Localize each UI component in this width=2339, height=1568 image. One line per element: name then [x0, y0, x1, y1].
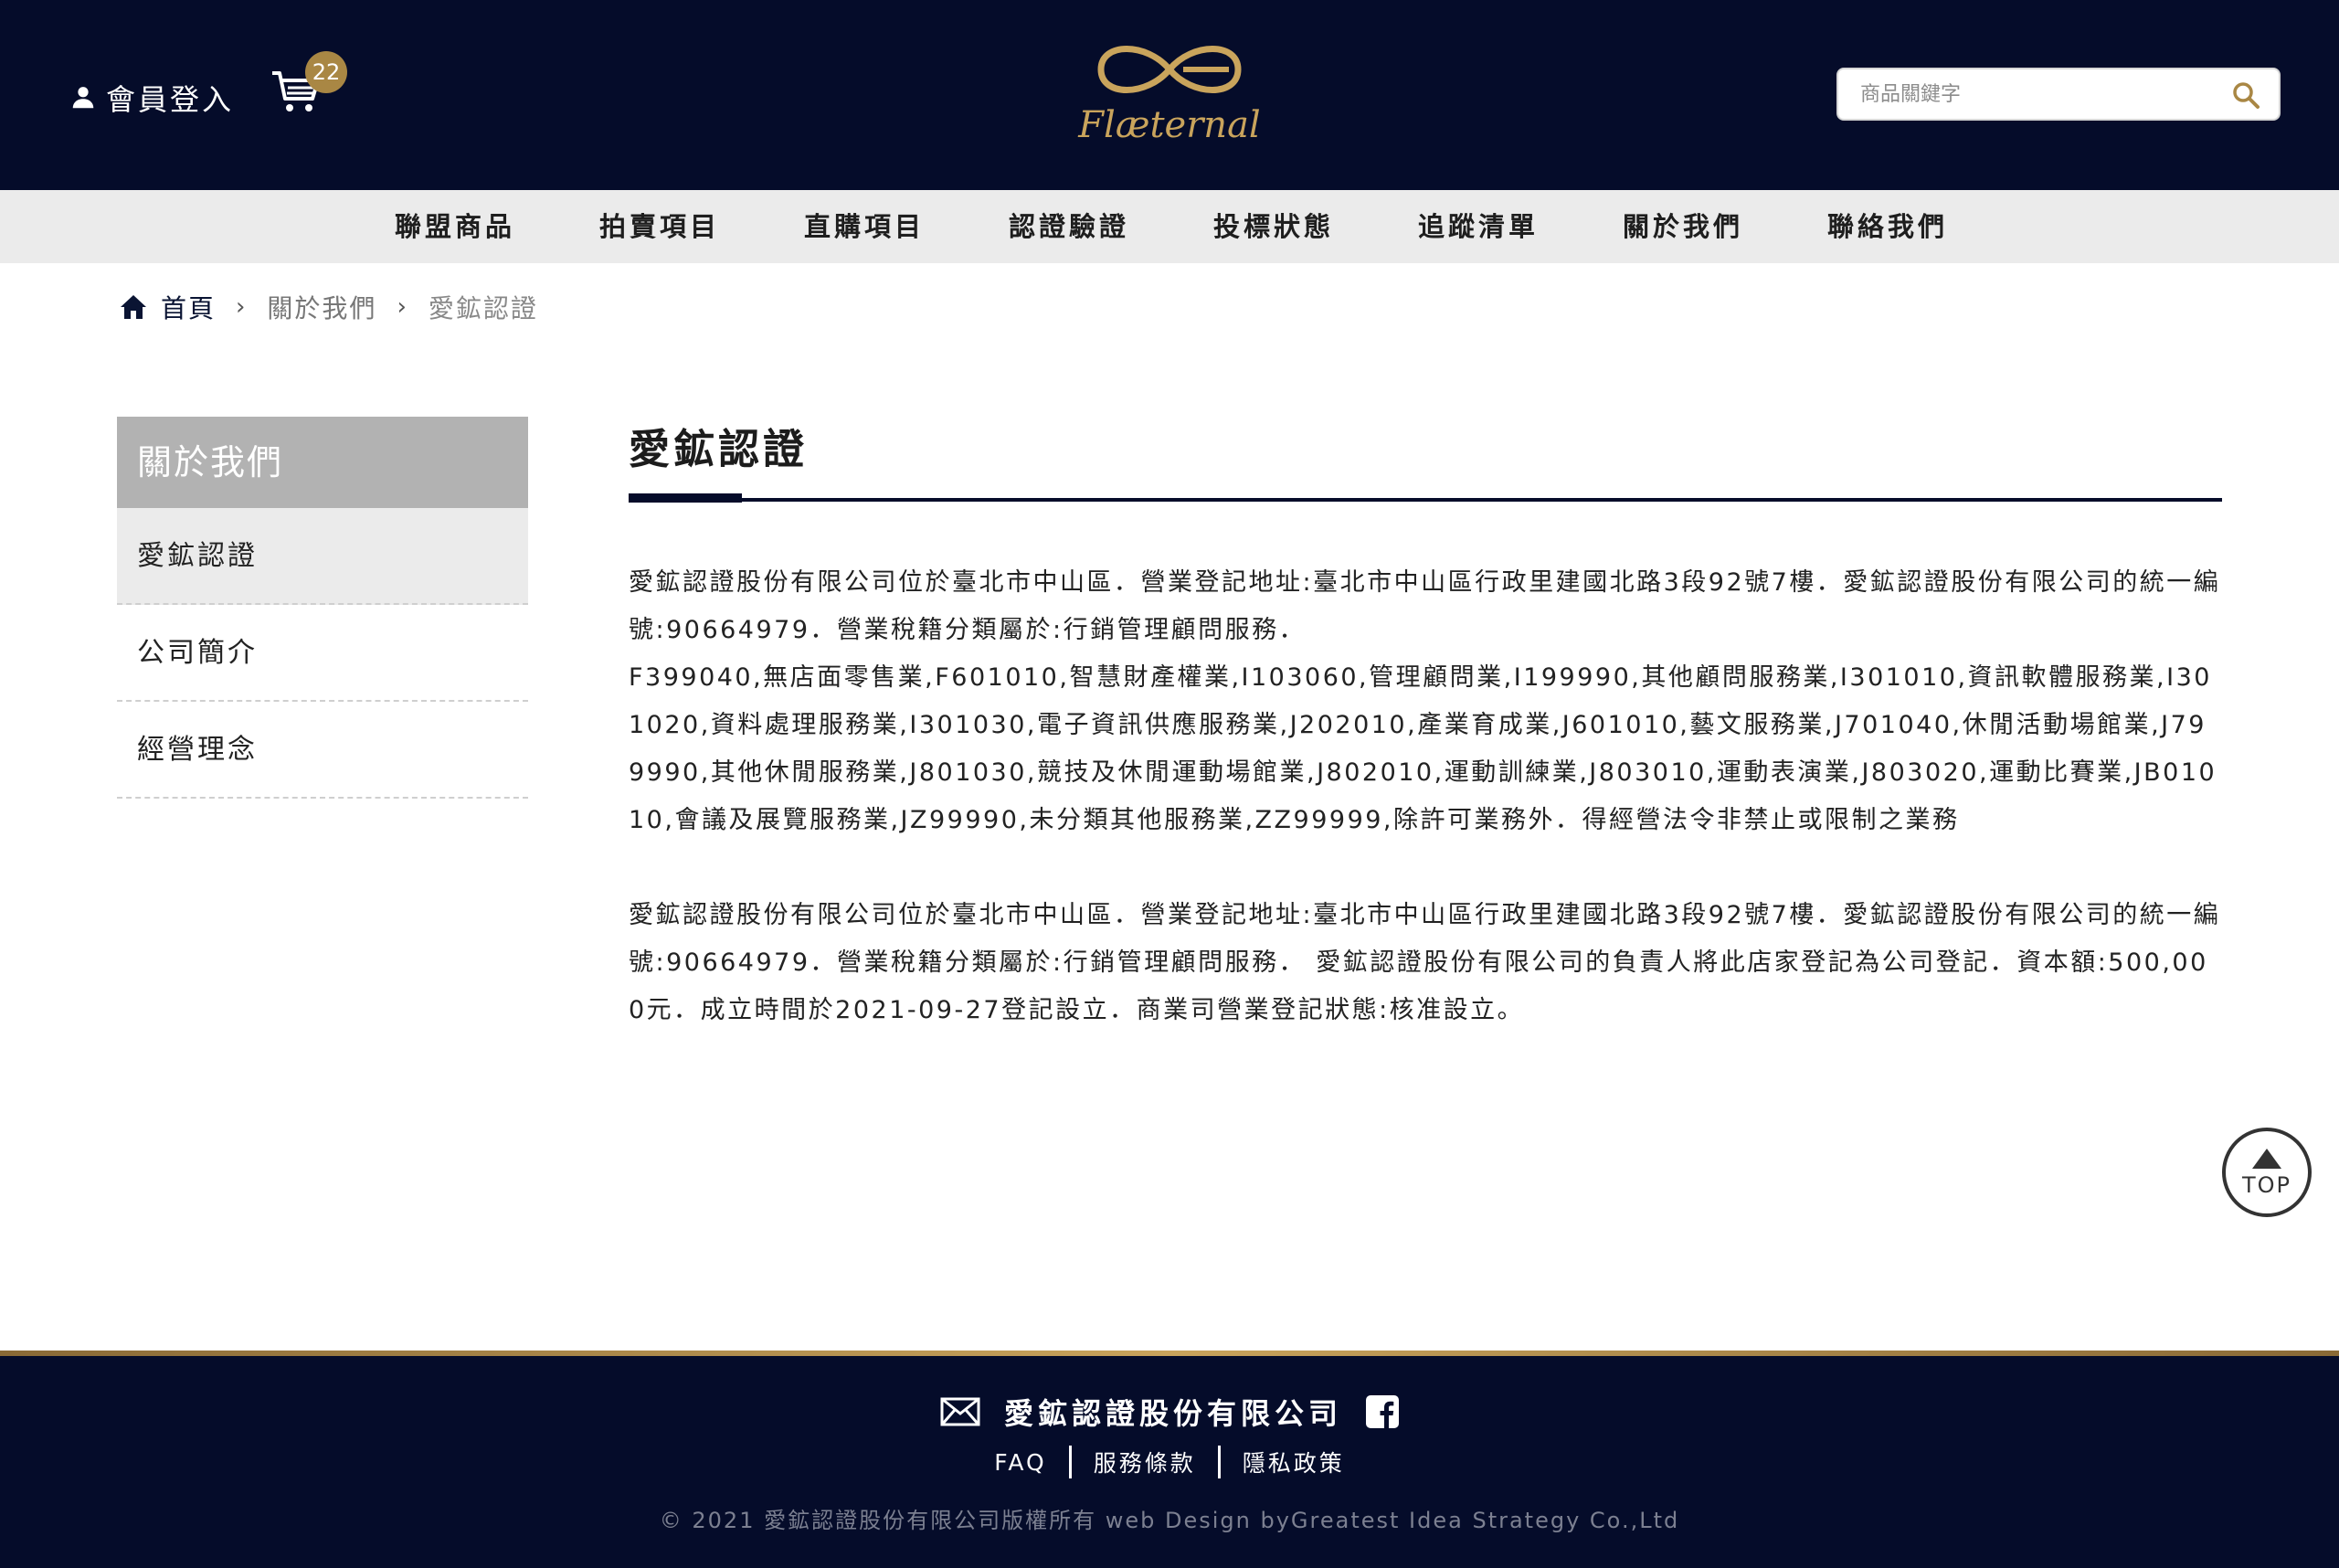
- search-box: [1836, 68, 2281, 121]
- mail-icon[interactable]: [940, 1397, 980, 1426]
- footer-copyright: © 2021 愛鉱認證股份有限公司版權所有 web Design byGreat…: [659, 1508, 1680, 1533]
- nav-item-watchlist[interactable]: 追蹤清單: [1418, 190, 1539, 263]
- nav-item-about-us[interactable]: 關於我們: [1623, 190, 1743, 263]
- main-nav: 聯盟商品 拍賣項目 直購項目 認證驗證 投標狀態 追蹤清單 關於我們 聯絡我們: [0, 190, 2339, 263]
- cart-count-badge: 22: [305, 51, 347, 93]
- facebook-icon[interactable]: [1366, 1395, 1399, 1428]
- search-input[interactable]: [1838, 82, 2204, 106]
- content-paragraph-1-intro: 愛鉱認證股份有限公司位於臺北市中山區．營業登記地址:臺北市中山區行政里建國北路3…: [629, 568, 2221, 644]
- site-footer: 愛鉱認證股份有限公司 FAQ 服務條款 隱私政策 © 2021 愛鉱認證股份有限…: [0, 1351, 2339, 1568]
- title-underline: [629, 493, 2222, 503]
- arrow-up-icon: [2252, 1149, 2281, 1169]
- site-logo[interactable]: Flæternal: [1078, 33, 1261, 152]
- footer-brand-row: 愛鉱認證股份有限公司: [0, 1391, 2339, 1433]
- footer-link-faq[interactable]: FAQ: [972, 1449, 1068, 1476]
- breadcrumb: 首頁 › 關於我們 › 愛鉱認證: [119, 289, 538, 325]
- sidebar-title: 關於我們: [117, 417, 528, 508]
- sidebar-item-certification[interactable]: 愛鉱認證: [117, 508, 528, 605]
- nav-item-bid-status[interactable]: 投標狀態: [1213, 190, 1334, 263]
- logo-wordmark: Flæternal: [1078, 104, 1261, 146]
- footer-link-privacy[interactable]: 隱私政策: [1221, 1446, 1367, 1478]
- chevron-right-icon: ›: [397, 293, 408, 321]
- nav-item-contact-us[interactable]: 聯絡我們: [1827, 190, 1948, 263]
- search-icon[interactable]: [2231, 80, 2260, 110]
- footer-link-terms[interactable]: 服務條款: [1072, 1446, 1218, 1478]
- page-title: 愛鉱認證: [629, 425, 809, 473]
- home-icon[interactable]: [119, 292, 148, 322]
- nav-item-auctions[interactable]: 拍賣項目: [599, 190, 720, 263]
- logo-emblem-icon: [1097, 46, 1242, 93]
- content-paragraph-2: 愛鉱認證股份有限公司位於臺北市中山區．營業登記地址:臺北市中山區行政里建國北路3…: [629, 901, 2221, 1024]
- nav-item-certification[interactable]: 認證驗證: [1009, 190, 1129, 263]
- user-icon: [72, 87, 94, 109]
- sidebar-item-business-philosophy[interactable]: 經營理念: [117, 702, 528, 799]
- back-to-top-button[interactable]: TOP: [2222, 1128, 2312, 1217]
- breadcrumb-current: 愛鉱認證: [428, 293, 538, 323]
- site-header: 會員登入 22 Flæternal: [0, 0, 2339, 190]
- main-content: 愛鉱認證 愛鉱認證股份有限公司位於臺北市中山區．營業登記地址:臺北市中山區行政里…: [629, 417, 2222, 1034]
- breadcrumb-about-us[interactable]: 關於我們: [267, 289, 376, 325]
- content-paragraph-1: 愛鉱認證股份有限公司位於臺北市中山區．營業登記地址:臺北市中山區行政里建國北路3…: [629, 559, 2222, 844]
- chevron-right-icon: ›: [236, 293, 248, 321]
- member-login-label: 會員登入: [106, 82, 235, 117]
- sidebar: 關於我們 愛鉱認證 公司簡介 經營理念: [117, 417, 528, 799]
- footer-accent-bar: [0, 1351, 2339, 1356]
- back-to-top-label: TOP: [2241, 1172, 2292, 1198]
- footer-links: FAQ 服務條款 隱私政策: [0, 1446, 2339, 1478]
- content-paragraph-1-business-items: F399040,無店面零售業,F601010,智慧財產權業,I103060,管理…: [629, 663, 2217, 834]
- member-login-link[interactable]: 會員登入: [69, 77, 234, 119]
- nav-item-direct-purchase[interactable]: 直購項目: [804, 190, 925, 263]
- nav-item-alliance-products[interactable]: 聯盟商品: [395, 190, 515, 263]
- sidebar-item-company-profile[interactable]: 公司簡介: [117, 605, 528, 702]
- breadcrumb-home[interactable]: 首頁: [161, 289, 216, 325]
- footer-company-name: 愛鉱認證股份有限公司: [1003, 1396, 1342, 1431]
